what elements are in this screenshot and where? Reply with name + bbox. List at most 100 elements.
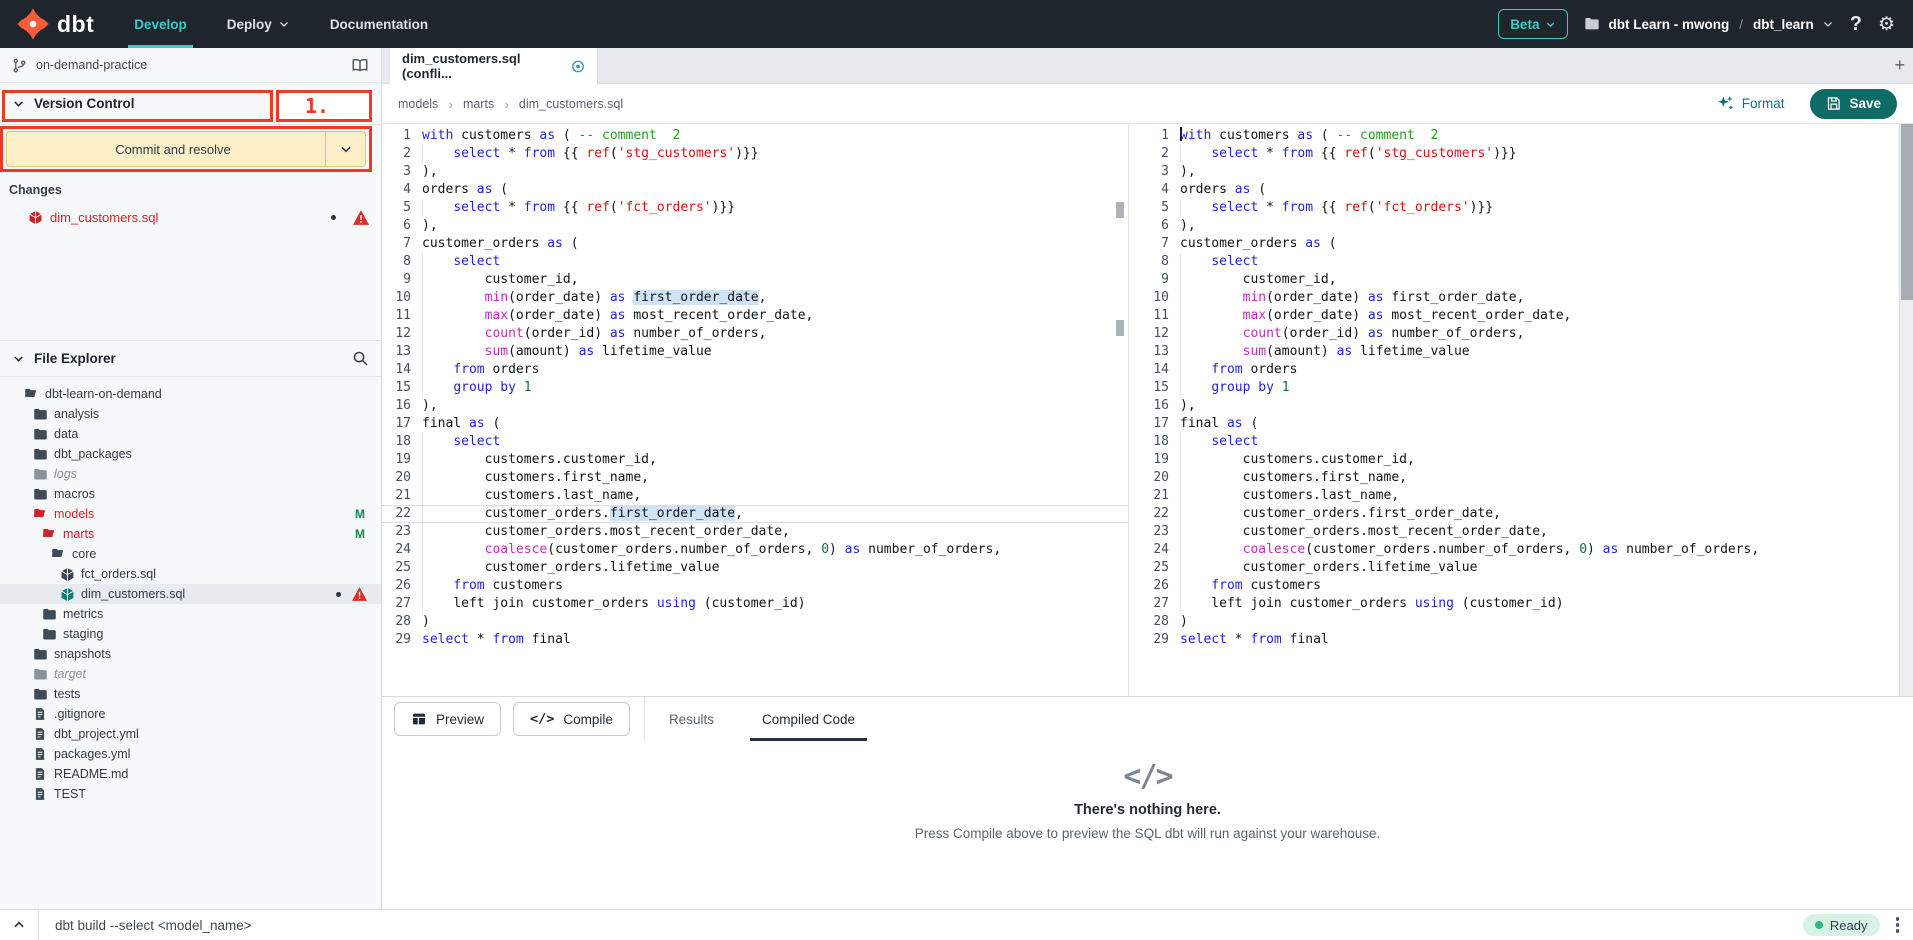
code-line[interactable]: 18 select [1140,433,1881,451]
code-line[interactable]: 15 group by 1 [382,379,1128,397]
tree-item-fct-orders-sql[interactable]: fct_orders.sql [0,564,381,584]
code-line[interactable]: 9 customer_id, [1140,271,1881,289]
left-pane-scrollbar[interactable] [1115,124,1125,696]
tree-item-metrics[interactable]: metrics [0,604,381,624]
code-line[interactable]: 26 from customers [382,577,1128,595]
code-line[interactable]: 16), [382,397,1128,415]
code-pane-right[interactable]: 1with customers as ( -- comment 22 selec… [1140,124,1881,696]
code-line[interactable]: 15 group by 1 [1140,379,1881,397]
code-line[interactable]: 10 min(order_date) as first_order_date, [382,289,1128,307]
right-scrollbar-track[interactable] [1899,124,1913,696]
code-line[interactable]: 20 customers.first_name, [382,469,1128,487]
scrollbar-thumb[interactable] [1116,320,1124,336]
code-line[interactable]: 11 max(order_date) as most_recent_order_… [1140,307,1881,325]
chevron-up-icon[interactable] [0,918,38,932]
code-line[interactable]: 2 select * from {{ ref('stg_customers')}… [382,145,1128,163]
search-icon[interactable] [352,350,369,367]
tree-item-target[interactable]: target [0,664,381,684]
code-line[interactable]: 3), [382,163,1128,181]
right-scrollbar-thumb[interactable] [1901,124,1913,300]
code-line[interactable]: 24 coalesce(customer_orders.number_of_or… [1140,541,1881,559]
tree-item-tests[interactable]: tests [0,684,381,704]
changed-file-row[interactable]: dim_customers.sql [0,206,381,228]
code-line[interactable]: 4orders as ( [382,181,1128,199]
code-line[interactable]: 3), [1140,163,1881,181]
code-line[interactable]: 4orders as ( [1140,181,1881,199]
tree-item-marts[interactable]: martsM [0,524,381,544]
nav-develop[interactable]: Develop [114,0,207,48]
breadcrumb-marts[interactable]: marts [463,97,494,111]
code-line[interactable]: 7customer_orders as ( [1140,235,1881,253]
code-line[interactable]: 25 customer_orders.lifetime_value [382,559,1128,577]
compile-button[interactable]: </> Compile [513,702,630,736]
code-line[interactable]: 1with customers as ( -- comment 2 [382,127,1128,145]
code-line[interactable]: 17final as ( [1140,415,1881,433]
code-line[interactable]: 5 select * from {{ ref('fct_orders')}} [1140,199,1881,217]
code-line[interactable]: 1with customers as ( -- comment 2 [1140,127,1881,145]
code-line[interactable]: 20 customers.first_name, [1140,469,1881,487]
code-line[interactable]: 22 customer_orders.first_order_date, [1140,505,1881,523]
version-control-header[interactable]: Version Control [0,83,381,125]
tab-compiled-code[interactable]: Compiled Code [738,697,879,741]
code-pane-left[interactable]: 1with customers as ( -- comment 22 selec… [382,124,1129,696]
code-line[interactable]: 6), [1140,217,1881,235]
code-line[interactable]: 6), [382,217,1128,235]
tree-item-macros[interactable]: macros [0,484,381,504]
dbt-logo[interactable]: dbt [0,7,114,41]
code-line[interactable]: 27 left join customer_orders using (cust… [382,595,1128,613]
tree-item-models[interactable]: modelsM [0,504,381,524]
git-branch-row[interactable]: on-demand-practice [0,48,381,83]
code-line[interactable]: 16), [1140,397,1881,415]
tree-item-core[interactable]: core [0,544,381,564]
code-line[interactable]: 12 count(order_id) as number_of_orders, [1140,325,1881,343]
file-explorer-header[interactable]: File Explorer [0,340,381,377]
code-line[interactable]: 29select * from final [382,631,1128,649]
code-line[interactable]: 13 sum(amount) as lifetime_value [1140,343,1881,361]
code-line[interactable]: 23 customer_orders.most_recent_order_dat… [382,523,1128,541]
tree-item-logs[interactable]: logs [0,464,381,484]
command-input[interactable]: dbt build --select <model_name> [39,918,1803,933]
code-line[interactable]: 14 from orders [382,361,1128,379]
settings-gear-icon[interactable]: ⚙ [1878,13,1895,36]
code-line[interactable]: 13 sum(amount) as lifetime_value [382,343,1128,361]
beta-button[interactable]: Beta [1498,9,1568,39]
code-line[interactable]: 8 select [1140,253,1881,271]
tree-item-dbt-project-yml[interactable]: dbt_project.yml [0,724,381,744]
format-button[interactable]: Format [1717,95,1785,112]
commit-dropdown-caret[interactable] [325,132,365,166]
code-line[interactable]: 11 max(order_date) as most_recent_order_… [382,307,1128,325]
code-line[interactable]: 19 customers.customer_id, [1140,451,1881,469]
code-line[interactable]: 2 select * from {{ ref('stg_customers')}… [1140,145,1881,163]
code-line[interactable]: 9 customer_id, [382,271,1128,289]
tree-item-dim-customers-sql[interactable]: dim_customers.sql [0,584,381,604]
kebab-menu-icon[interactable] [1894,917,1913,933]
code-line[interactable]: 18 select [382,433,1128,451]
code-line[interactable]: 21 customers.last_name, [1140,487,1881,505]
code-line[interactable]: 26 from customers [1140,577,1881,595]
code-line[interactable]: 17final as ( [382,415,1128,433]
nav-documentation[interactable]: Documentation [310,0,448,48]
breadcrumb-file[interactable]: dim_customers.sql [519,97,623,111]
tree-item-packages-yml[interactable]: packages.yml [0,744,381,764]
preview-button[interactable]: Preview [394,702,501,736]
commit-and-resolve-button[interactable]: Commit and resolve [6,131,366,167]
code-line[interactable]: 28) [382,613,1128,631]
code-line[interactable]: 7customer_orders as ( [382,235,1128,253]
scrollbar-thumb[interactable] [1116,202,1124,218]
tree-item-readme-md[interactable]: README.md [0,764,381,784]
tree-item-staging[interactable]: staging [0,624,381,644]
tree-item-dbt-learn-on-demand[interactable]: dbt-learn-on-demand [0,384,381,404]
new-tab-plus-icon[interactable]: + [1894,55,1905,75]
code-line[interactable]: 8 select [382,253,1128,271]
save-button[interactable]: Save [1810,89,1897,119]
tab-results[interactable]: Results [645,697,738,741]
code-line[interactable]: 21 customers.last_name, [382,487,1128,505]
help-icon[interactable]: ? [1850,13,1862,36]
nav-deploy[interactable]: Deploy [207,0,310,48]
code-line[interactable]: 22 customer_orders.first_order_date, [382,505,1128,523]
project-switcher[interactable]: dbt Learn - mwong / dbt_learn [1584,16,1833,32]
tree-item--gitignore[interactable]: .gitignore [0,704,381,724]
tab-dim-customers[interactable]: dim_customers.sql (confli... [390,48,598,84]
breadcrumb-models[interactable]: models [398,97,438,111]
code-line[interactable]: 14 from orders [1140,361,1881,379]
